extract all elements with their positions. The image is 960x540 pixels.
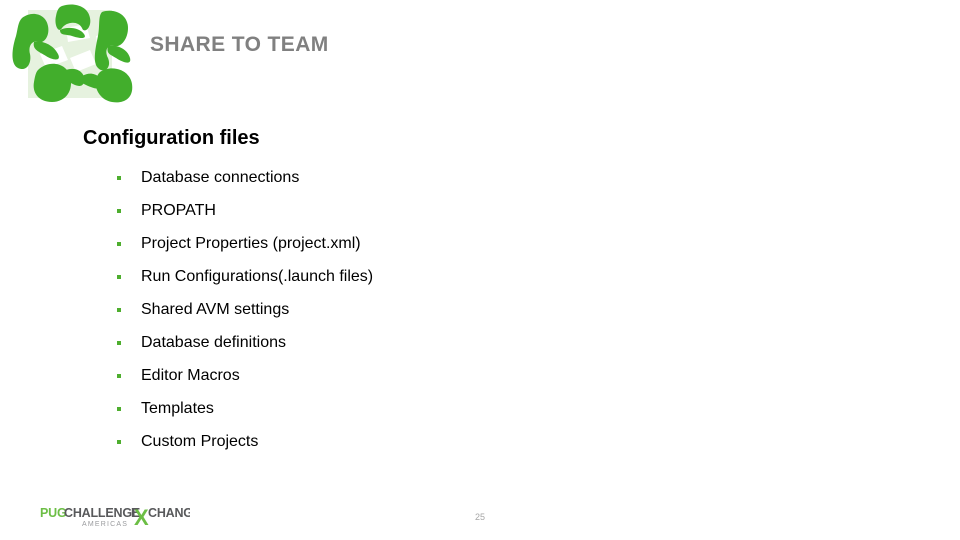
bullet-icon: [117, 209, 121, 213]
bullet-icon: [117, 341, 121, 345]
list-item-label: Run Configurations(.launch files): [141, 268, 374, 285]
list-item-label: Editor Macros: [141, 367, 240, 384]
list-item: Editor Macros: [112, 359, 812, 392]
bullet-icon: [117, 374, 121, 378]
list-item: Database connections: [112, 161, 812, 194]
page-number: 25: [474, 512, 485, 522]
list-item: Shared AVM settings: [112, 293, 812, 326]
list-item-label: Templates: [141, 400, 214, 417]
slide-header: SHARE TO TEAM: [0, 0, 960, 112]
slide-footer: PUG CHALLENGE E CHANGE X AMERICAS 25: [0, 492, 960, 540]
list-item: Run Configurations(.launch files): [112, 260, 812, 293]
section-heading: Configuration files: [83, 127, 260, 149]
bullet-icon: [117, 308, 121, 312]
list-item: Templates: [112, 392, 812, 425]
configuration-files-list: Database connections PROPATH Project Pro…: [112, 161, 812, 458]
list-item-label: Database definitions: [141, 334, 286, 351]
list-item-label: PROPATH: [141, 202, 216, 219]
bullet-icon: [117, 242, 121, 246]
list-item: PROPATH: [112, 194, 812, 227]
list-item-label: Database connections: [141, 169, 300, 186]
list-item: Database definitions: [112, 326, 812, 359]
page-title: SHARE TO TEAM: [150, 33, 329, 56]
list-item: Project Properties (project.xml): [112, 227, 812, 260]
bullet-icon: [117, 176, 121, 180]
list-item-label: Custom Projects: [141, 433, 259, 450]
bullet-icon: [117, 407, 121, 411]
slide-content: Configuration files Database connections…: [0, 112, 960, 492]
bullet-icon: [117, 275, 121, 279]
slide: SHARE TO TEAM Configuration files Databa…: [0, 0, 960, 540]
team-collaboration-logo: [4, 2, 148, 106]
list-item: Custom Projects: [112, 425, 812, 458]
list-item-label: Project Properties (project.xml): [141, 235, 361, 252]
list-item-label: Shared AVM settings: [141, 301, 290, 318]
bullet-icon: [117, 440, 121, 444]
